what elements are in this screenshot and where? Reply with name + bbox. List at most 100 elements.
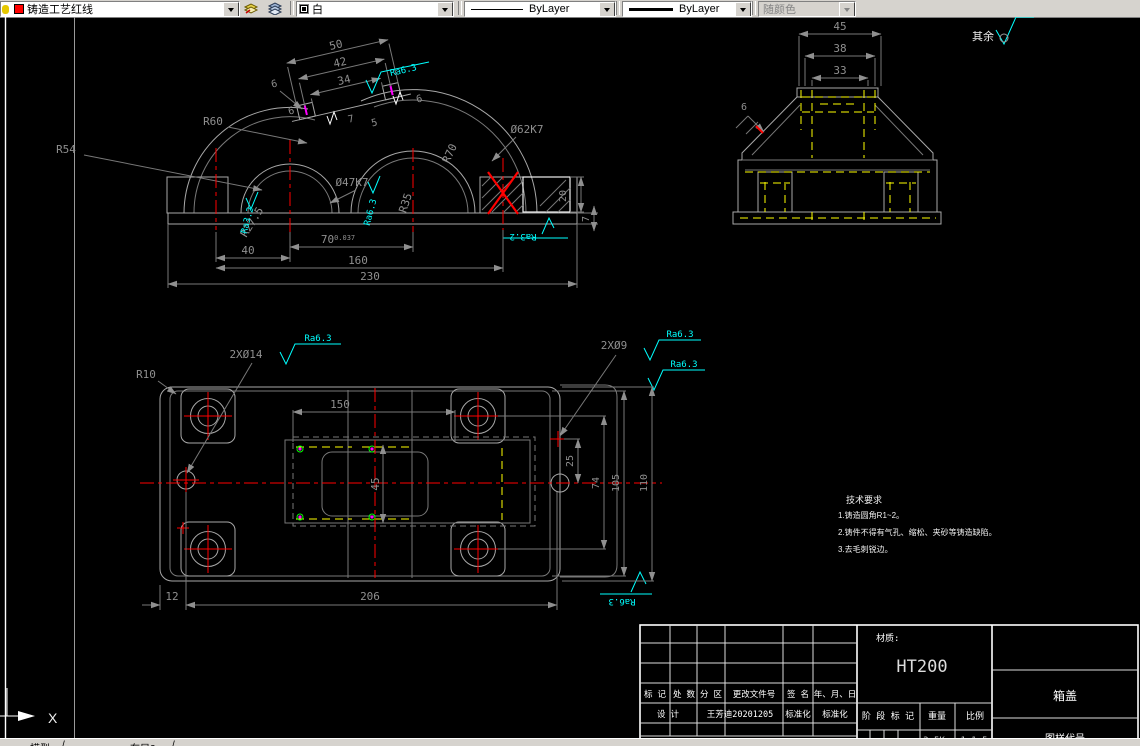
color-swatch-icon <box>299 4 309 14</box>
dim-6-right: 6 <box>415 94 423 106</box>
lineweight-combobox[interactable]: ByLayer <box>622 1 752 17</box>
layer-name: 铸造工艺红线 <box>27 4 93 16</box>
dim-105: 105 <box>611 474 622 492</box>
dim-160: 160 <box>348 254 368 267</box>
dim-6-left: 6 <box>270 79 278 91</box>
label-r54: R54 <box>56 143 76 156</box>
tb-header-sign: 签 名 <box>787 689 809 700</box>
tab-model[interactable]: 模型 <box>30 740 50 746</box>
tb-design-label: 设 计 <box>657 709 680 720</box>
roughness-2x9: Ra6.3 <box>643 330 701 362</box>
tb-material-label: 材质: <box>876 632 899 644</box>
lineweight-value: ByLayer <box>679 3 720 15</box>
layer-current-icon <box>243 3 259 14</box>
tb-header-mark: 标 记 <box>644 689 667 700</box>
dim-40: 40 <box>241 244 254 257</box>
make-object-layer-current-button[interactable] <box>240 0 262 16</box>
tb-std1: 标准化 <box>785 709 811 720</box>
tab-separator: / <box>172 740 175 746</box>
tb-designer: 王芳迪20201205 <box>707 709 773 720</box>
dim-45: 45 <box>833 20 846 33</box>
linetype-combobox[interactable]: ByLayer <box>464 1 616 17</box>
svg-text:Ra6.3: Ra6.3 <box>608 596 635 606</box>
tb-stage-label: 阶 段 标 记 <box>862 710 914 722</box>
layer-previous-icon <box>267 2 283 15</box>
lineweight-dropdown-arrow[interactable] <box>735 2 751 16</box>
linetype-sample-icon <box>471 8 523 10</box>
tb-header-docno: 更改文件号 <box>733 689 776 700</box>
dim-25: 25 <box>565 455 576 467</box>
svg-text:700.037: 700.037 <box>321 233 355 246</box>
toolbar-separator <box>290 1 294 15</box>
dim-45: 45 <box>369 477 382 490</box>
layer-previous-button[interactable] <box>264 0 286 16</box>
dim-150: 150 <box>330 398 350 411</box>
toolbar: 铸造工艺红线 白 ByLayer ByLayer 随颜色 <box>0 0 1140 18</box>
top-boss: 50 42 34 7 5 <box>286 37 411 129</box>
layer-combobox[interactable]: 铸造工艺红线 <box>0 1 240 17</box>
front-view: 50 42 34 7 5 6 6 6 R60 R54 R27.5 Ø47K7 R… <box>56 37 598 288</box>
label-r35: R35 <box>396 191 415 214</box>
label-2x14: 2XØ14 <box>229 348 262 361</box>
svg-text:Ra3.2: Ra3.2 <box>509 231 536 241</box>
label-dia62k7: Ø62K7 <box>510 123 543 136</box>
notes-title: 技术要求 <box>846 494 882 505</box>
svg-text:Ra6.3: Ra6.3 <box>670 360 697 370</box>
tb-material-value: HT200 <box>896 657 947 677</box>
label-r10: R10 <box>136 368 156 381</box>
tab-layout2[interactable]: 布局2 <box>130 740 156 746</box>
hidden-lines <box>740 90 936 224</box>
label-2x9: 2XØ9 <box>601 339 628 352</box>
rest-label: 其余 <box>972 29 994 43</box>
dim-33: 33 <box>833 64 846 77</box>
rest-roughness-note: 其余 <box>972 17 1034 46</box>
tb-weight-label: 重量 <box>928 710 946 722</box>
label-r60: R60 <box>203 115 223 128</box>
ucs-icon: X <box>0 688 58 726</box>
roughness-top: Ra6.3 <box>365 61 430 95</box>
color-dropdown-arrow[interactable] <box>437 2 453 16</box>
tb-std2: 标准化 <box>822 709 848 720</box>
plotstyle-value: 随颜色 <box>763 4 796 16</box>
svg-text:Ra6.3: Ra6.3 <box>363 198 380 227</box>
plotstyle-dropdown-arrow <box>839 2 855 16</box>
tb-part-name: 箱盖 <box>1053 688 1077 703</box>
dim-110: 110 <box>639 474 650 492</box>
dim-206: 206 <box>360 590 380 603</box>
dim-74: 74 <box>591 477 602 489</box>
technical-notes: 技术要求 1.铸造圆角R1~2。 2.铸件不得有气孔、缩松、夹砂等铸造缺陷。 3… <box>838 494 997 554</box>
toolbar-separator <box>458 1 462 15</box>
dim-7: 7 <box>347 114 355 126</box>
color-value: 白 <box>312 4 323 16</box>
dim-7-right: 7 <box>581 216 592 222</box>
layer-dropdown-arrow[interactable] <box>223 2 239 16</box>
toolbar-separator <box>616 1 620 15</box>
linetype-dropdown-arrow[interactable] <box>599 2 615 16</box>
lineweight-sample-icon <box>629 7 673 11</box>
svg-text:Ra6.3: Ra6.3 <box>666 330 693 340</box>
notes-line2: 2.铸件不得有气孔、缩松、夹砂等铸造缺陷。 <box>838 527 997 537</box>
drawing-canvas[interactable]: 其余 50 42 34 7 5 6 6 6 R60 R54 R27.5 Ø47K… <box>0 17 1140 745</box>
color-combobox[interactable]: 白 <box>296 1 454 17</box>
roughness-right: Ra3.2 <box>503 216 568 241</box>
dim-20: 20 <box>558 190 569 202</box>
tb-header-count: 处 数 <box>673 689 696 700</box>
linetype-value: ByLayer <box>529 3 570 15</box>
plan-view: R10 2XØ14 Ra6.3 2XØ9 Ra6.3 Ra6.3 Ra6.3 1… <box>136 330 705 610</box>
tb-header-zone: 分 区 <box>700 690 723 700</box>
layer-on-bulb-icon <box>2 4 9 14</box>
tb-scale-label: 比例 <box>966 710 984 722</box>
layer-color-swatch-icon <box>14 4 24 14</box>
label-r70: R70 <box>440 142 460 166</box>
title-block: 标 记 处 数 分 区 更改文件号 签 名 年、月、日 设 计 王芳迪20201… <box>639 624 1139 745</box>
label-dia47k7: Ø47K7 <box>335 176 368 189</box>
notes-line1: 1.铸造圆角R1~2。 <box>838 510 904 520</box>
dim-6: 6 <box>741 102 747 113</box>
dim-12: 12 <box>165 590 178 603</box>
dim-230: 230 <box>360 270 380 283</box>
paper-border <box>4 17 75 738</box>
notes-line3: 3.去毛刺锐边。 <box>838 544 893 554</box>
dim-38: 38 <box>833 42 846 55</box>
tab-separator: / <box>62 740 65 746</box>
side-view: 45 38 33 6 <box>732 20 942 225</box>
